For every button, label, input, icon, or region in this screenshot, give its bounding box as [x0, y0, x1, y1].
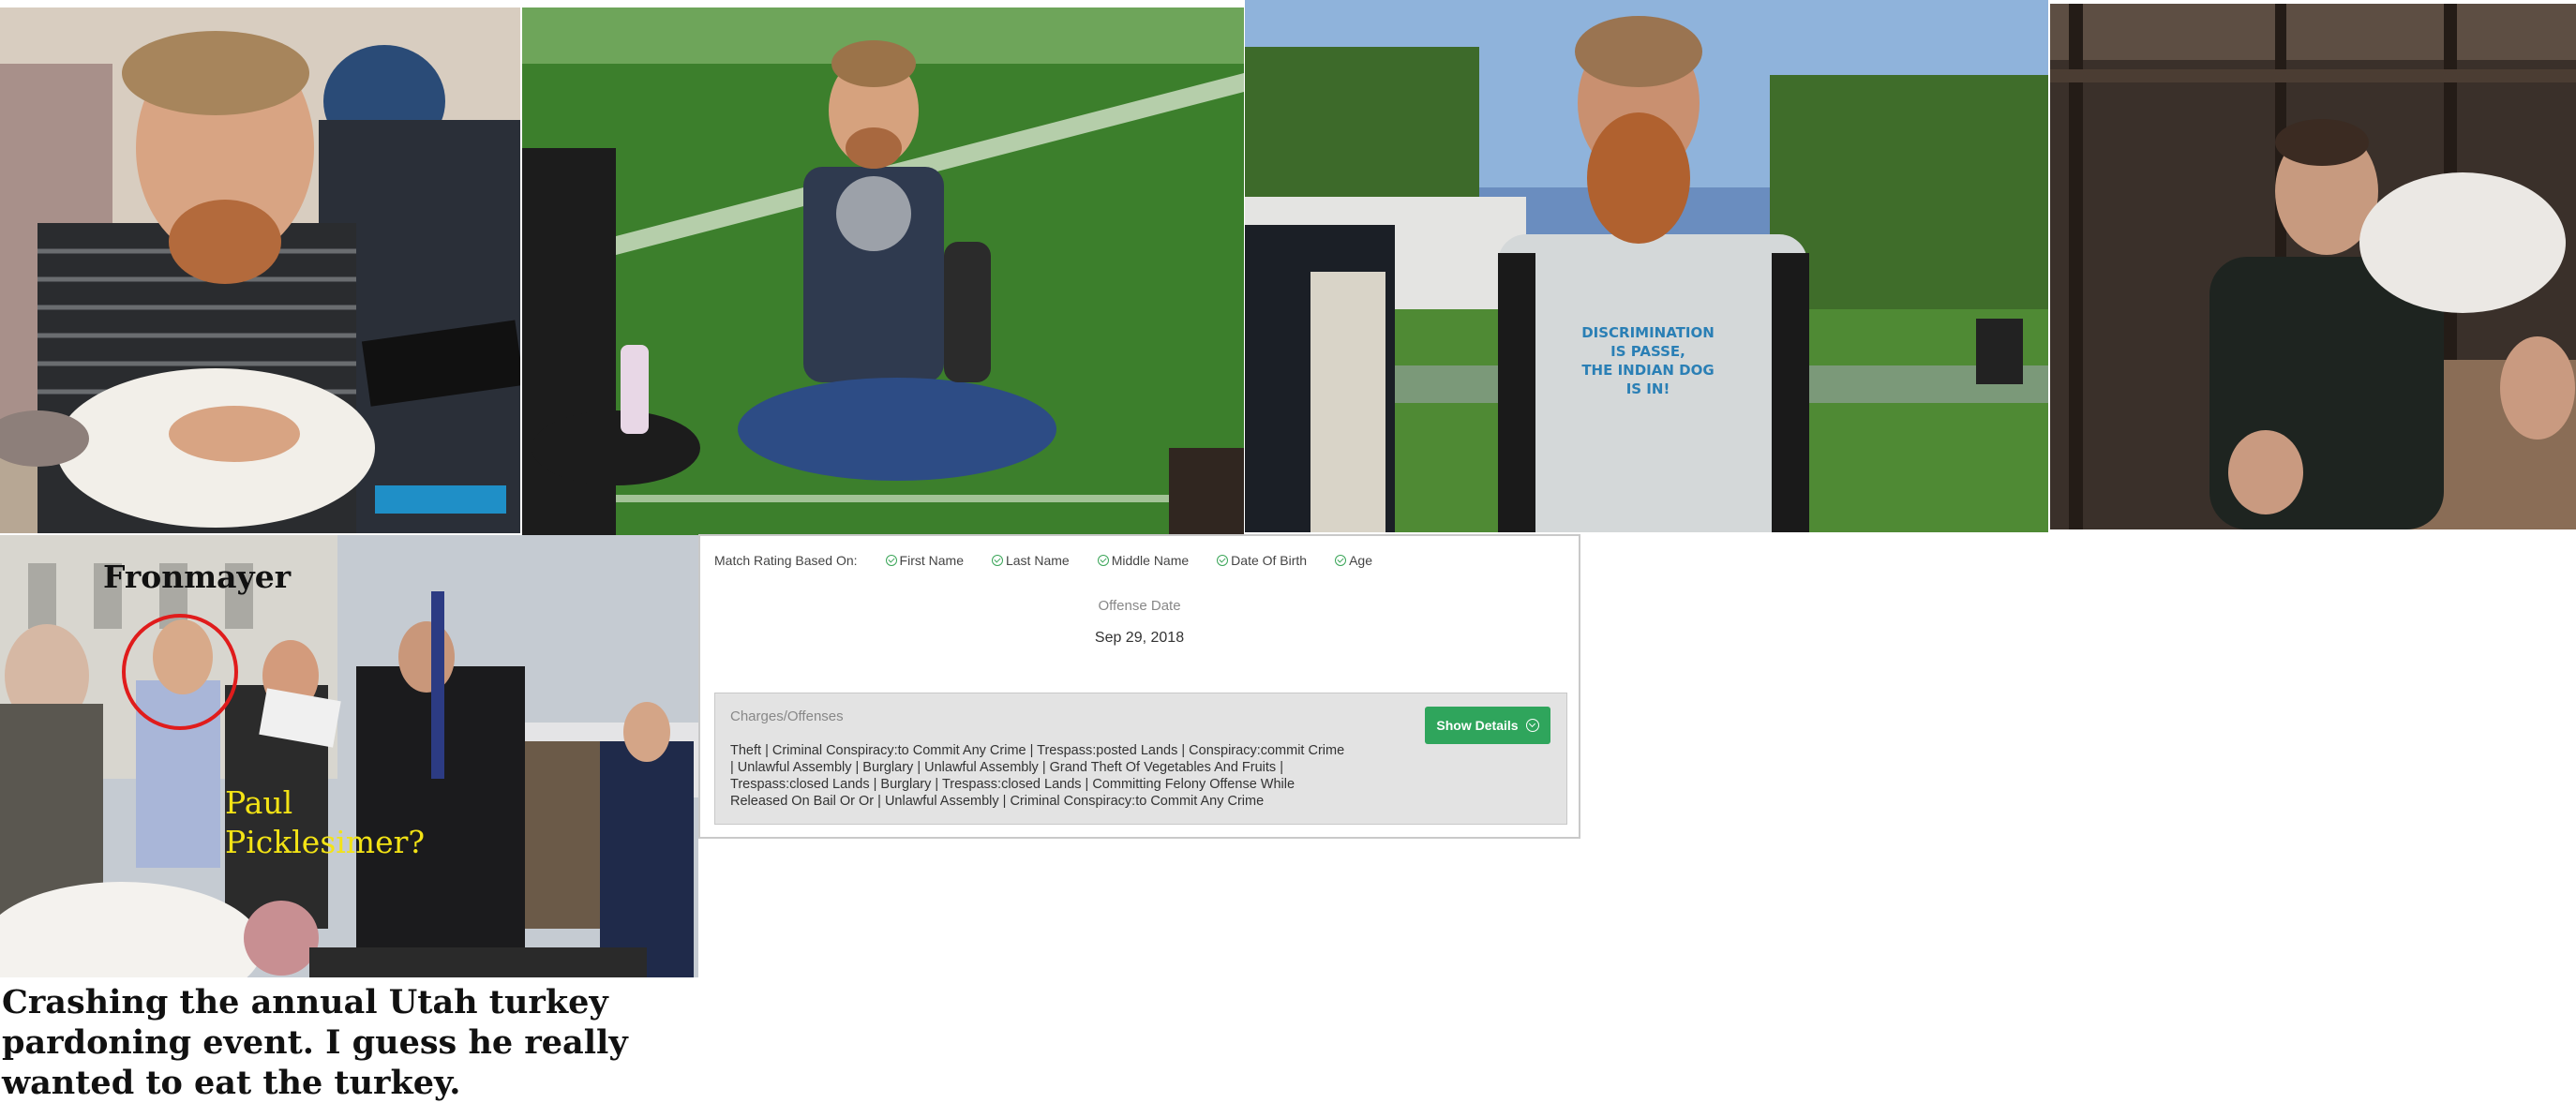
offense-date-value: Sep 29, 2018: [1094, 630, 1185, 646]
offense-record-card: Match Rating Based On: First Name Last N…: [698, 534, 1580, 839]
match-item-first-name: First Name: [885, 553, 964, 568]
charges-title: Charges/Offenses: [730, 708, 844, 724]
photo-man-with-chicken-in-barn: [2050, 4, 2576, 529]
shirt-text-line2: IS PASSE,: [1610, 343, 1685, 360]
match-item-last-name: Last Name: [991, 553, 1070, 568]
match-item-age: Age: [1335, 553, 1372, 568]
charges-panel: Charges/Offenses Theft | Criminal Conspi…: [714, 693, 1567, 825]
check-icon: [1097, 555, 1109, 566]
caption: Crashing the annual Utah turkey pardonin…: [2, 983, 628, 1102]
photo-turkey-pardoning-event: [0, 535, 698, 977]
match-item-date-of-birth: Date Of Birth: [1217, 553, 1307, 568]
shirt-text-line4: IS IN!: [1626, 380, 1670, 397]
check-icon: [885, 555, 897, 566]
paul-picklesimer-label: Paul Picklesimer?: [225, 783, 425, 862]
check-icon: [991, 555, 1003, 566]
show-details-button[interactable]: Show Details: [1425, 707, 1550, 744]
photo-man-holding-turkey: [0, 7, 520, 533]
match-item-middle-name: Middle Name: [1097, 553, 1189, 568]
check-icon: [1335, 555, 1347, 566]
match-rating-row: Match Rating Based On: First Name Last N…: [714, 553, 1400, 568]
match-rating-label: Match Rating Based On:: [714, 553, 858, 568]
check-icon: [1217, 555, 1229, 566]
offense-date-label: Offense Date: [1098, 598, 1181, 614]
charges-list: Theft | Criminal Conspiracy:to Commit An…: [730, 743, 1345, 809]
chevron-down-icon: [1525, 719, 1539, 732]
fronmayer-label: Fronmayer: [103, 559, 292, 595]
photo-bearded-man-outdoors: DISCRIMINATION IS PASSE, THE INDIAN DOG …: [1245, 0, 2048, 532]
show-details-label: Show Details: [1436, 718, 1519, 733]
paul-label-line2: Picklesimer?: [225, 824, 426, 860]
paul-label-line1: Paul: [225, 784, 293, 821]
shirt-text-line3: THE INDIAN DOG: [1581, 362, 1714, 379]
photo-man-meditating-on-grass: [522, 7, 1244, 535]
shirt-text-line1: DISCRIMINATION: [1581, 324, 1715, 341]
